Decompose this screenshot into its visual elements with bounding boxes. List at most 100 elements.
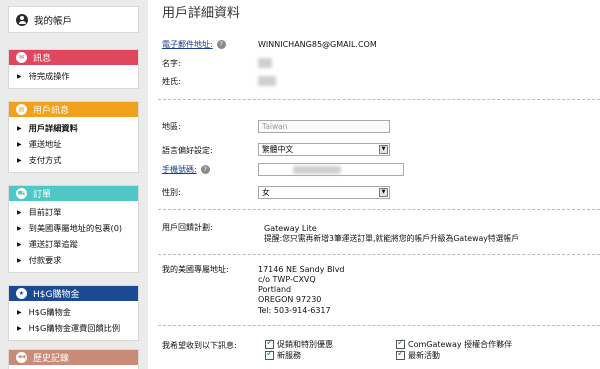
sidebar-header-label: H$G購物金 <box>33 290 80 300</box>
sidebar-item-us-packages[interactable]: ▶ 到美國專屬地址的包裹(0) <box>9 220 138 236</box>
sidebar-item-label: 待完成操作 <box>28 71 70 81</box>
sidebar-item-label: 付款要求 <box>28 255 62 265</box>
bullet-icon: ▶ <box>17 324 22 332</box>
mobile-redacted <box>293 166 341 174</box>
divider <box>158 325 600 326</box>
sidebar-section-messages: ✉ 訊息 ▶ 待完成操作 <box>8 49 139 89</box>
sidebar-header-user-info[interactable]: ▤ 用戶訊息 <box>9 102 138 117</box>
sidebar-header-hsg-credit[interactable]: ★ H$G購物金 <box>9 286 138 301</box>
sidebar-section-user-info: ▤ 用戶訊息 ▶ 用戶詳細資料 ▶ 運送地址 ▶ 支付方式 <box>8 101 139 173</box>
help-icon[interactable]: ? <box>216 40 226 49</box>
document-icon: ▤ <box>16 104 27 115</box>
sidebar-item-payment-requests[interactable]: ▶ 付款要求 <box>9 252 138 268</box>
checkbox-latest-events[interactable]: 最新活動 <box>396 349 440 361</box>
checkbox-label: 促銷和特別優惠 <box>277 340 333 349</box>
sidebar-header-label: 訂單 <box>33 190 52 200</box>
us-address-label: 我的美國專屬地址: <box>162 265 229 274</box>
star-icon: ★ <box>16 288 27 299</box>
sidebar-header-history[interactable]: ◀◀ 歷史記錄 <box>9 350 138 365</box>
sidebar-section-history: ◀◀ 歷史記錄 <box>8 349 139 369</box>
region-label: 地區: <box>162 122 181 131</box>
bullet-icon: ▶ <box>17 156 22 164</box>
last-name-label: 姓氏: <box>162 77 181 86</box>
language-label: 語言偏好設定: <box>162 146 213 155</box>
sidebar-section-hsg-credit: ★ H$G購物金 ▶ H$G購物金 ▶ H$G購物金運費回饋比例 <box>8 285 139 341</box>
sidebar-item-payment-method[interactable]: ▶ 支付方式 <box>9 152 138 168</box>
envelope-icon: ✉ <box>16 52 27 63</box>
divider <box>158 254 600 255</box>
my-account-button[interactable]: 我的帳戶 <box>8 6 139 33</box>
gender-select-value: 女 <box>262 188 270 197</box>
first-name-redacted <box>258 58 272 68</box>
email-label: 電子郵件地址:? <box>162 39 226 50</box>
sidebar: 我的帳戶 ✉ 訊息 ▶ 待完成操作 ▤ 用戶訊息 ▶ 用戶詳細資料 ▶ 運送地址 ▶ 支… <box>0 0 148 369</box>
bullet-icon: ▶ <box>17 256 22 264</box>
checkbox-icon <box>396 338 405 349</box>
sidebar-item-label: 到美國專屬地址的包裹(0) <box>28 223 123 233</box>
sidebar-section-orders: ⛟ 訂單 ▶ 目前訂單 ▶ 到美國專屬地址的包裹(0) ▶ 運送訂單追蹤 ▶ 付款要求 <box>8 185 139 273</box>
checkbox-icon <box>265 349 274 360</box>
address-line: 17146 NE Sandy Blvd <box>258 265 345 274</box>
bullet-icon: ▶ <box>17 140 22 148</box>
sidebar-header-label: 用戶訊息 <box>33 106 70 116</box>
chevron-down-icon: ▼ <box>379 145 388 154</box>
page-title: 用戶詳細資料 <box>162 6 241 21</box>
sidebar-item-hsg-credit[interactable]: ▶ H$G購物金 <box>9 304 138 320</box>
loyalty-note: 提醒:您只需再新增3筆運送訂單,就能將您的帳戶升級為Gateway特選帳戶 <box>264 234 520 243</box>
divider <box>158 99 600 100</box>
user-icon <box>16 13 28 26</box>
mobile-label: 手機號碼:? <box>162 164 210 175</box>
rewind-icon: ◀◀ <box>16 352 27 363</box>
mobile-field[interactable] <box>258 163 404 176</box>
sidebar-item-pending-actions[interactable]: ▶ 待完成操作 <box>9 68 138 84</box>
sidebar-header-messages[interactable]: ✉ 訊息 <box>9 50 138 65</box>
language-select[interactable]: 繁體中文 ▼ <box>258 143 390 156</box>
region-field: Taiwan <box>258 120 390 133</box>
sidebar-item-user-details[interactable]: ▶ 用戶詳細資料 <box>9 120 138 136</box>
sidebar-item-current-orders[interactable]: ▶ 目前訂單 <box>9 204 138 220</box>
help-icon[interactable]: ? <box>200 165 210 174</box>
checkbox-partners[interactable]: ComGateway 授權合作夥伴 <box>396 338 513 350</box>
checkbox-new-services[interactable]: 新服務 <box>265 349 301 361</box>
sidebar-header-label: 訊息 <box>33 54 52 64</box>
subscribe-label: 我希望收到以下訊息: <box>162 341 237 350</box>
checkbox-label: 最新活動 <box>408 351 440 360</box>
sidebar-item-label: H$G購物金運費回饋比例 <box>28 323 121 333</box>
checkbox-icon <box>265 338 274 349</box>
sidebar-item-order-tracking[interactable]: ▶ 運送訂單追蹤 <box>9 236 138 252</box>
gender-select[interactable]: 女 ▼ <box>258 186 390 199</box>
divider <box>158 209 600 210</box>
address-line: Portland <box>258 285 292 294</box>
loyalty-tier: Gateway Lite <box>264 224 317 233</box>
my-account-label: 我的帳戶 <box>34 15 73 27</box>
language-select-value: 繁體中文 <box>262 145 294 154</box>
last-name-redacted <box>258 76 276 86</box>
checkbox-label: ComGateway 授權合作夥伴 <box>408 340 513 349</box>
sidebar-item-shipping-address[interactable]: ▶ 運送地址 <box>9 136 138 152</box>
sidebar-item-label: 目前訂單 <box>28 207 62 217</box>
sidebar-item-label: H$G購物金 <box>28 307 71 317</box>
truck-icon: ⛟ <box>16 188 27 199</box>
sidebar-item-label: 支付方式 <box>28 155 62 165</box>
address-line: c/o TWP-CXVQ <box>258 275 316 284</box>
bullet-icon: ▶ <box>17 224 22 232</box>
chevron-down-icon: ▼ <box>379 188 388 197</box>
main-content: 用戶詳細資料 電子郵件地址:? WINNICHANG85@GMAIL.COM 名… <box>148 0 600 369</box>
mobile-label-text: 手機號碼: <box>162 165 197 174</box>
sidebar-item-label: 運送地址 <box>28 139 62 149</box>
sidebar-header-orders[interactable]: ⛟ 訂單 <box>9 186 138 201</box>
bullet-icon: ▶ <box>17 208 22 216</box>
first-name-label: 名字: <box>162 59 181 68</box>
sidebar-header-label: 歷史記錄 <box>33 354 70 364</box>
sidebar-item-label: 運送訂單追蹤 <box>28 239 78 249</box>
checkbox-label: 新服務 <box>277 351 301 360</box>
address-line: OREGON 97230 <box>258 295 322 304</box>
loyalty-label: 用戶回饋計劃: <box>162 223 213 232</box>
email-value: WINNICHANG85@GMAIL.COM <box>258 40 377 49</box>
checkbox-promotions[interactable]: 促銷和特別優惠 <box>265 338 333 350</box>
sidebar-item-label: 用戶詳細資料 <box>28 123 78 133</box>
bullet-icon: ▶ <box>17 72 22 80</box>
bullet-icon: ▶ <box>17 308 22 316</box>
checkbox-icon <box>396 349 405 360</box>
sidebar-item-hsg-rebate-rate[interactable]: ▶ H$G購物金運費回饋比例 <box>9 320 138 336</box>
